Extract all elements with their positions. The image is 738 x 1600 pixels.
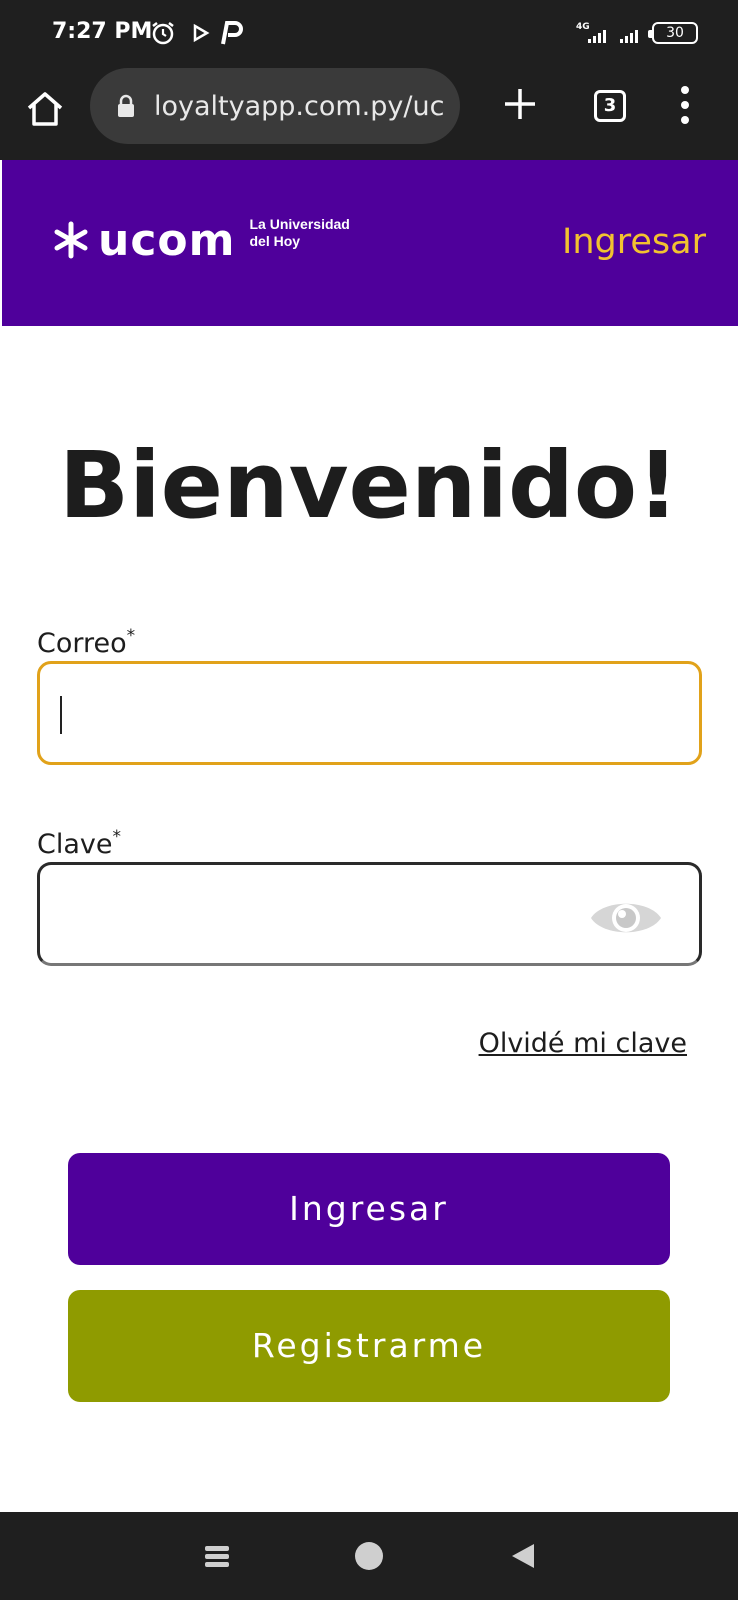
url-bar[interactable]: loyaltyapp.com.py/uc [90,68,460,144]
eye-icon[interactable] [589,893,663,943]
password-label: Clave* [37,827,121,860]
password-field[interactable] [37,862,702,966]
register-button[interactable]: Registrarme [68,1290,670,1402]
back-icon[interactable] [510,1542,536,1570]
android-nav-bar [0,1512,738,1600]
header-login-link[interactable]: Ingresar [562,222,706,262]
tabs-button[interactable]: 3 [594,90,626,122]
p-app-icon [221,21,243,45]
plus-icon[interactable] [500,84,540,124]
logo-tagline: La Universidad del Hoy [249,216,350,249]
url-text: loyaltyapp.com.py/uc [154,90,445,122]
page-title: Bienvenido! [59,432,679,539]
text-caret [60,696,62,734]
email-label: Correo* [37,626,136,659]
lock-icon [118,94,134,117]
status-indicators: 4G 30 [572,20,698,46]
forgot-password-link[interactable]: Olvidé mi clave [479,1028,687,1059]
ucom-logo[interactable]: ucom La Universidad del Hoy [52,210,350,270]
login-button[interactable]: Ingresar [68,1153,670,1265]
play-icon [193,23,210,43]
logo-wordmark: ucom [98,214,236,266]
home-icon[interactable] [24,88,66,130]
status-bar: 7:27 PM 4G 30 [0,0,738,64]
battery-icon: 30 [648,22,698,44]
email-field[interactable] [37,661,702,765]
recents-icon[interactable] [204,1543,230,1571]
signal-icon: 4G [576,22,606,43]
svg-text:4G: 4G [576,22,590,32]
nav-home-icon[interactable] [355,1542,383,1570]
status-time: 7:27 PM [52,19,153,44]
browser-toolbar: loyaltyapp.com.py/uc 3 [0,64,738,160]
asterisk-logo-icon [54,221,88,259]
alarm-icon [152,22,174,45]
site-header: ucom La Universidad del Hoy Ingresar [2,160,738,326]
signal-icon [620,30,638,43]
more-vert-icon[interactable] [672,84,698,126]
